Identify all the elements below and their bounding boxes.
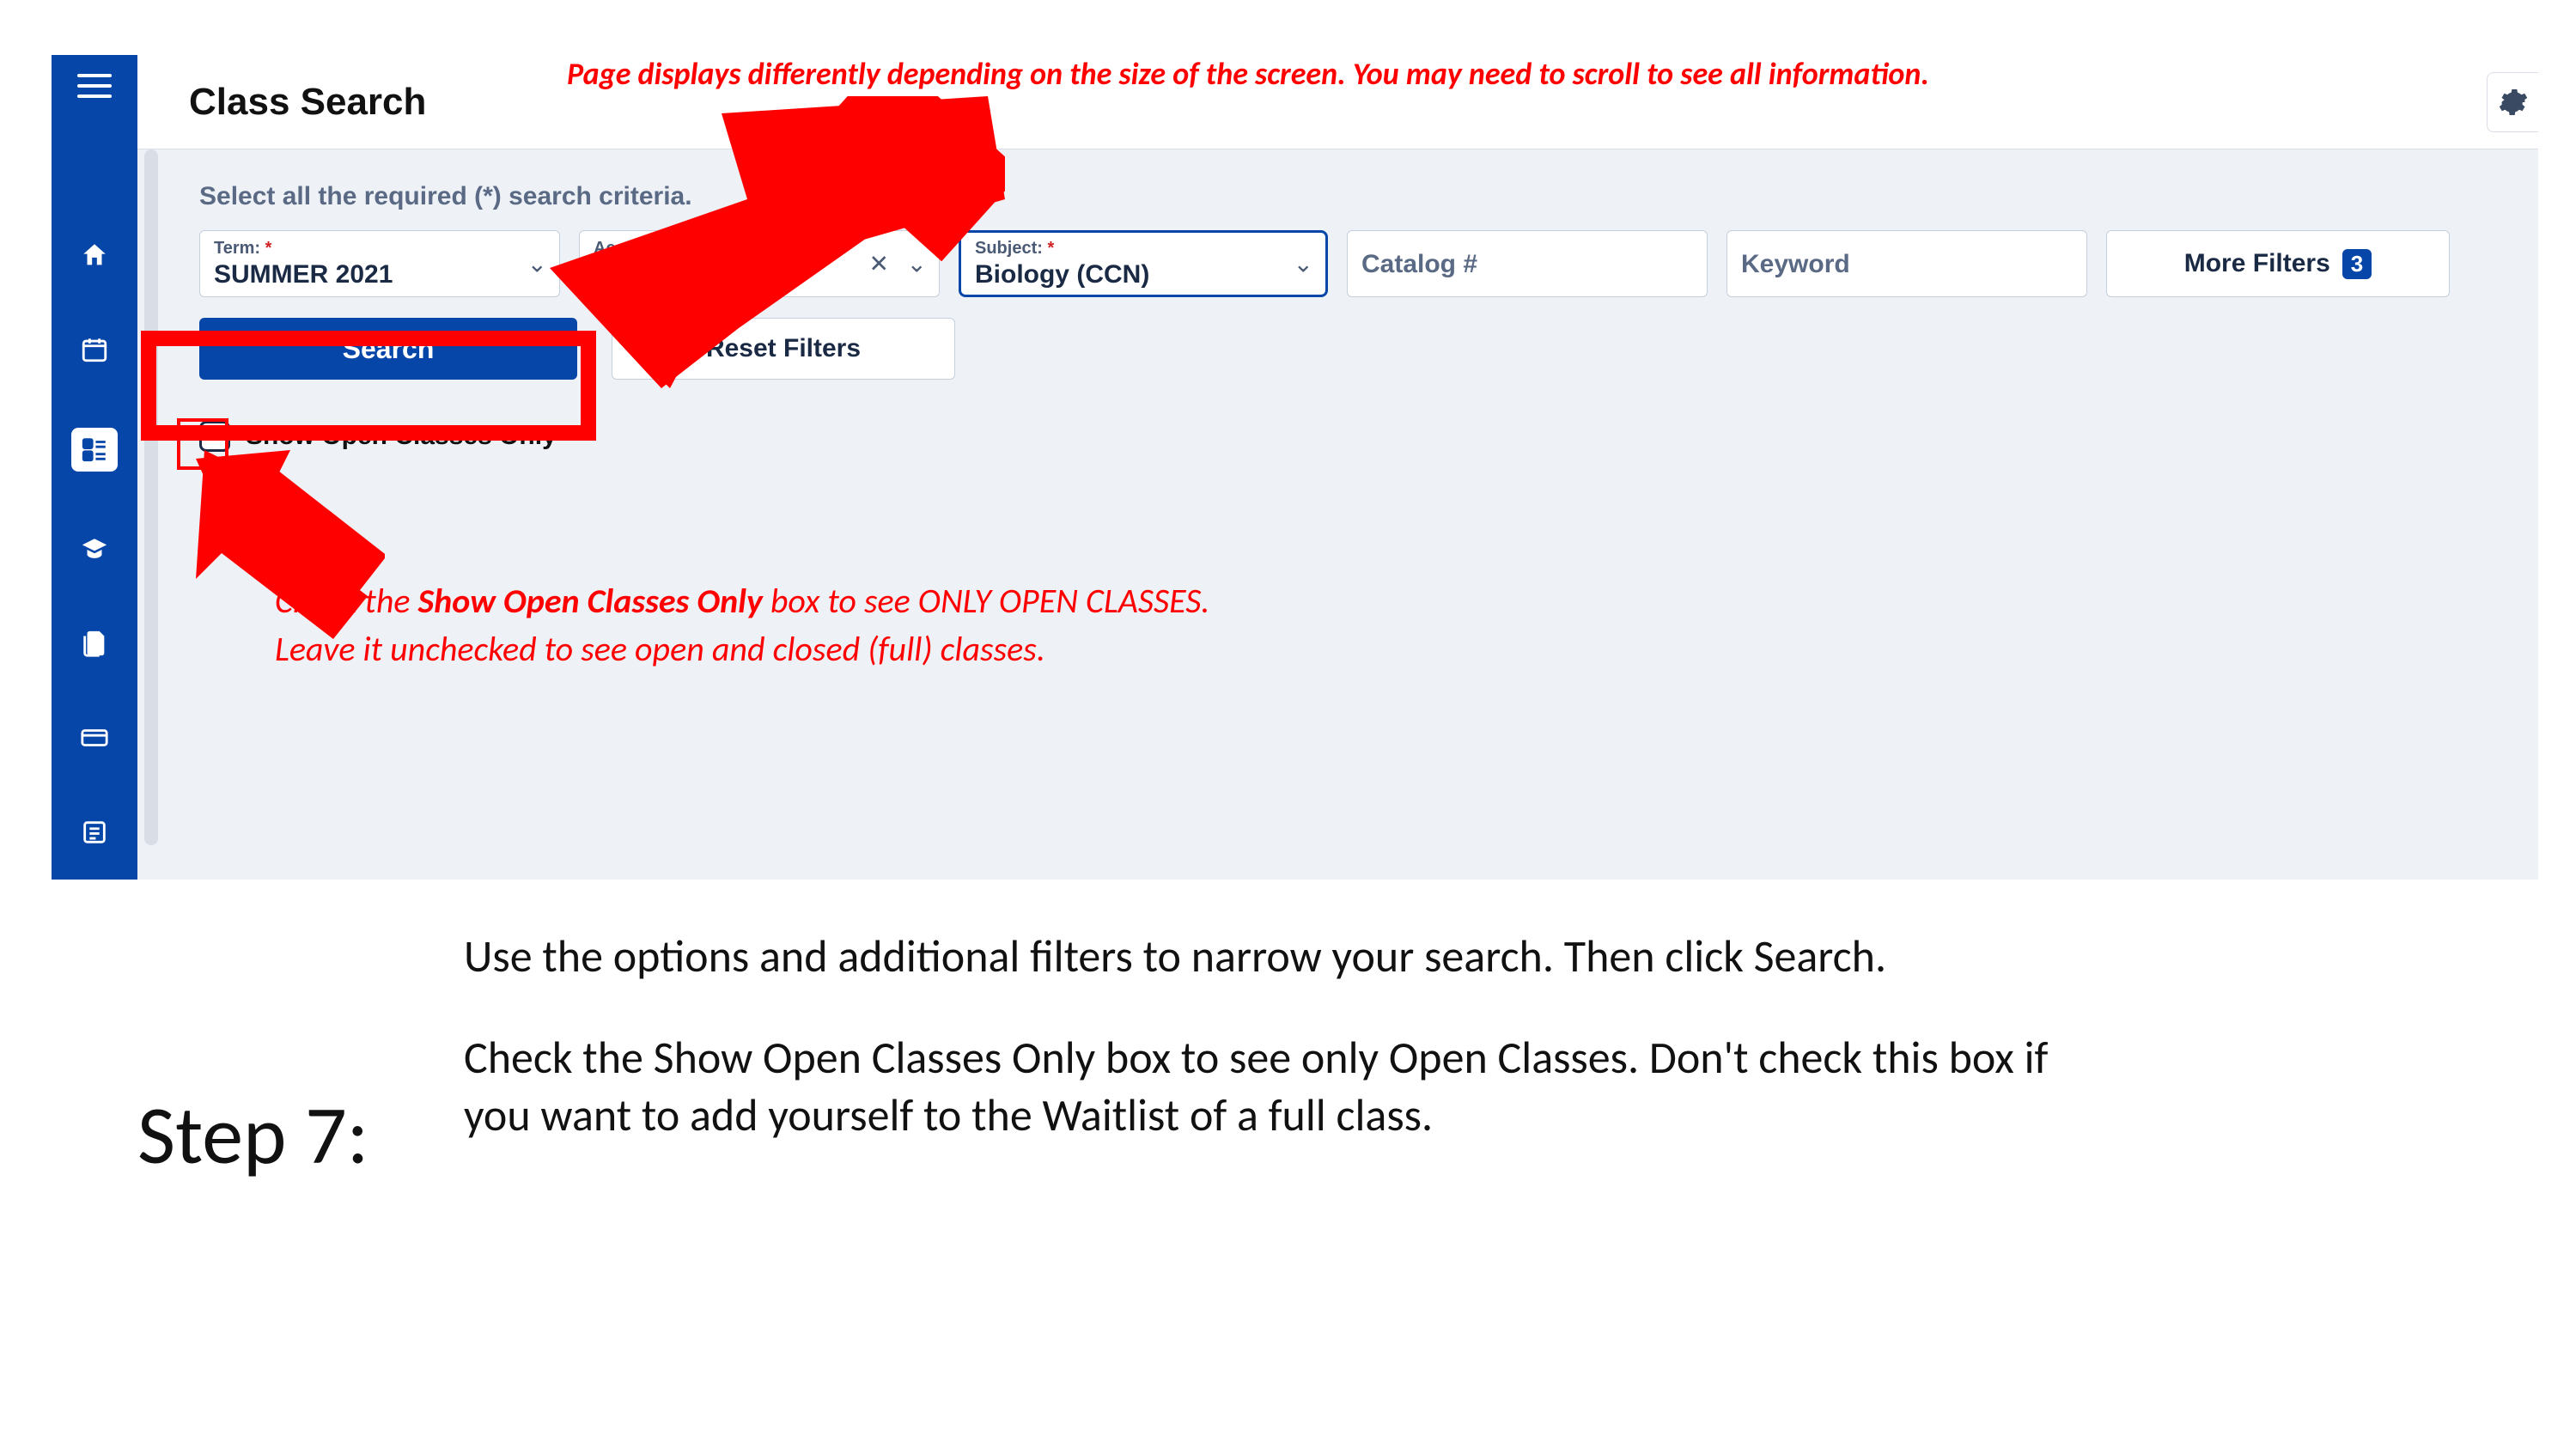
- career-select[interactable]: Acad aduate ✕ ⌄: [579, 230, 940, 297]
- chevron-down-icon: ⌄: [527, 250, 547, 278]
- chevron-down-icon: ⌄: [907, 250, 927, 278]
- home-icon[interactable]: [77, 239, 112, 271]
- show-open-checkbox[interactable]: [199, 421, 230, 452]
- scrollbar[interactable]: [144, 149, 158, 845]
- list-icon[interactable]: [77, 816, 112, 849]
- chevron-down-icon: ⌄: [1294, 250, 1313, 278]
- search-form: Select all the required (*) search crite…: [172, 149, 2538, 880]
- menu-icon[interactable]: [76, 67, 113, 105]
- catalog-input[interactable]: Catalog #: [1347, 230, 1708, 297]
- filter-row: Term: * SUMMER 2021 ⌄ Acad aduate ✕ ⌄ Su…: [199, 230, 2538, 297]
- sidebar: [52, 55, 137, 880]
- card-icon[interactable]: [77, 721, 112, 754]
- step-label: Step 7:: [52, 930, 464, 1185]
- term-select[interactable]: Term: * SUMMER 2021 ⌄: [199, 230, 560, 297]
- step-body: Use the options and additional filters t…: [464, 928, 2053, 1188]
- checkbox-annotation: Check the Show Open Classes Only box to …: [275, 577, 1209, 673]
- search-button[interactable]: Search: [199, 318, 577, 380]
- subject-select[interactable]: Subject: * Biology (CCN) ⌄: [959, 230, 1328, 297]
- responsive-note: Page displays differently depending on t…: [567, 55, 1929, 93]
- filter-count-badge: 3: [2342, 249, 2372, 279]
- button-row: Search Reset Filters: [199, 318, 2538, 380]
- page-title: Class Search: [189, 81, 426, 124]
- app-screenshot: Page displays differently depending on t…: [52, 55, 2538, 880]
- show-open-label: Show Open Classes Only: [246, 422, 557, 451]
- class-search-icon[interactable]: [71, 428, 118, 472]
- more-filters-button[interactable]: More Filters 3: [2106, 230, 2450, 297]
- step-section: Step 7: Use the options and additional f…: [52, 928, 2371, 1188]
- education-icon[interactable]: [77, 533, 112, 566]
- reset-filters-button[interactable]: Reset Filters: [612, 318, 955, 380]
- settings-button[interactable]: [2487, 72, 2538, 132]
- keyword-input[interactable]: Keyword: [1726, 230, 2087, 297]
- clear-icon[interactable]: ✕: [869, 250, 889, 278]
- document-icon[interactable]: [77, 628, 112, 661]
- show-open-row: Show Open Classes Only: [199, 421, 2538, 452]
- form-instruction: Select all the required (*) search crite…: [199, 182, 2538, 211]
- calendar-icon[interactable]: [77, 333, 112, 366]
